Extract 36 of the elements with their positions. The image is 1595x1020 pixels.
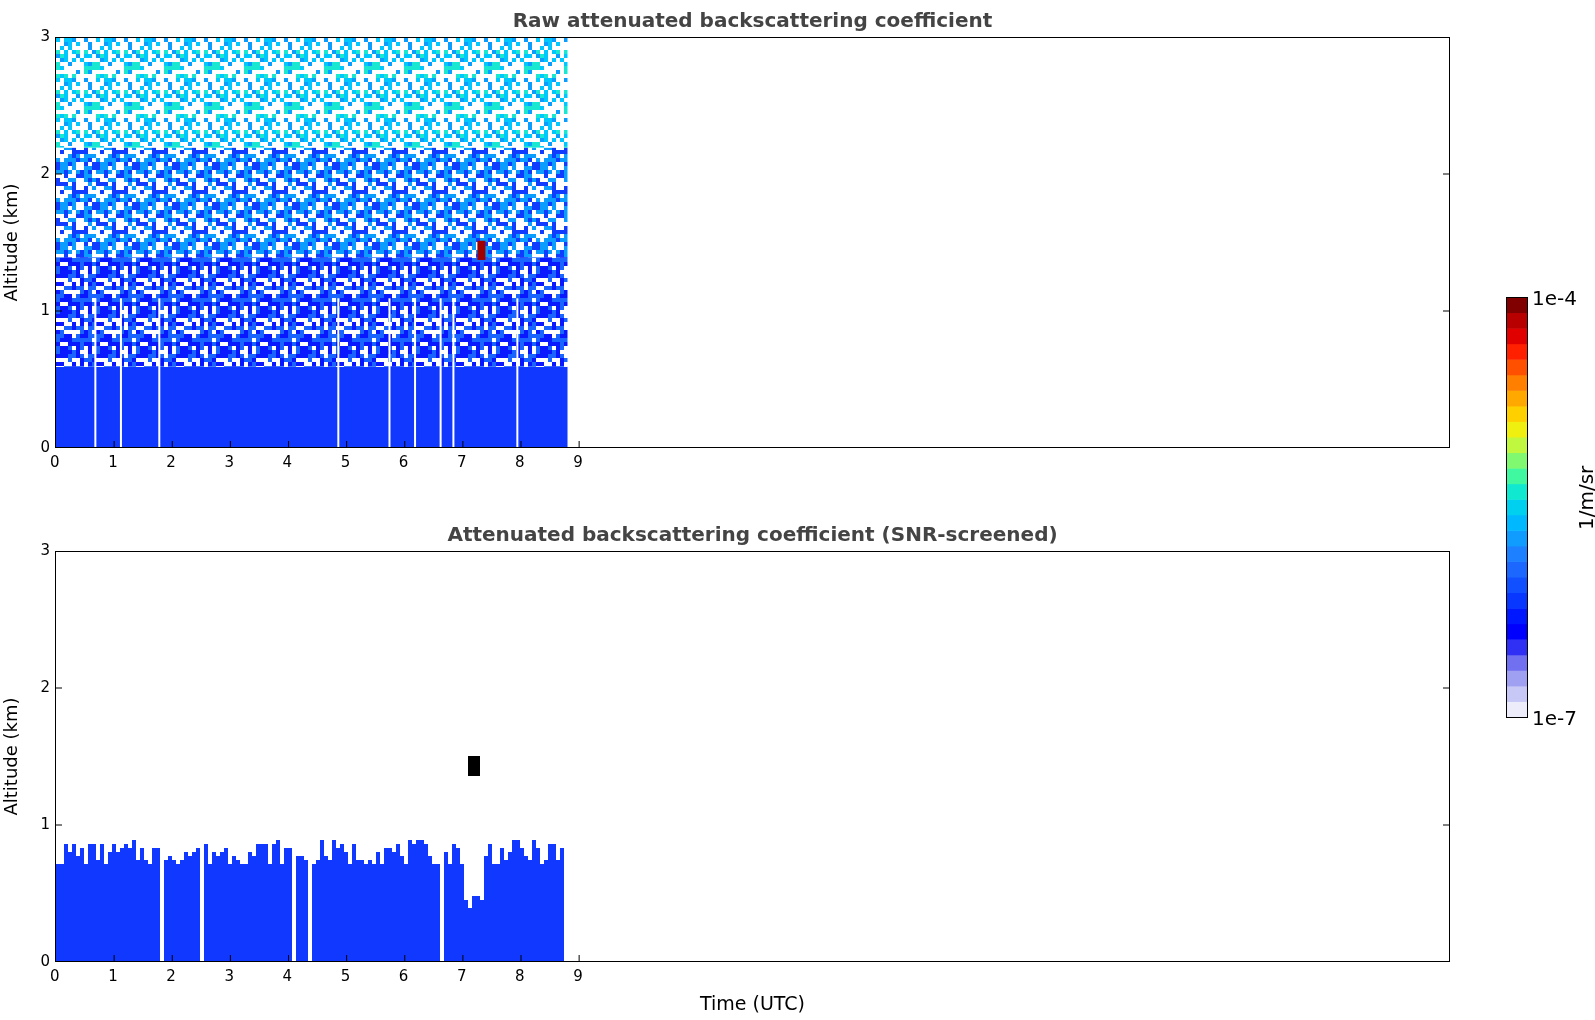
y-tick-label: 0 bbox=[40, 954, 50, 969]
x-tick-label: 6 bbox=[398, 455, 409, 470]
x-tick-label: 1 bbox=[108, 455, 118, 470]
x-tick-label: 6 bbox=[398, 969, 409, 984]
x-tick-label: 4 bbox=[282, 455, 293, 470]
plot-title: Raw attenuated backscattering coefficient bbox=[512, 8, 993, 32]
x-tick-label: 9 bbox=[573, 455, 583, 470]
y-tick-label: 1 bbox=[40, 303, 50, 318]
x-tick-label: 0 bbox=[50, 969, 60, 984]
y-tick-label: 2 bbox=[40, 680, 50, 695]
x-tick-label: 5 bbox=[340, 455, 351, 470]
y-axis-label: Altitude (km) bbox=[0, 696, 21, 818]
x-tick-label: 3 bbox=[224, 969, 234, 984]
x-tick-label: 4 bbox=[282, 969, 293, 984]
x-tick-label: 8 bbox=[515, 455, 525, 470]
colorbar-label: 1/m/sr bbox=[1576, 465, 1595, 530]
y-axis-label: Altitude (km) bbox=[0, 182, 21, 304]
x-tick-label: 7 bbox=[456, 455, 467, 470]
x-tick-label: 1 bbox=[108, 969, 118, 984]
plot-title: Attenuated backscattering coefficient (SNR-screened) bbox=[447, 522, 1058, 546]
y-tick-label: 2 bbox=[40, 166, 50, 181]
colorbar-min-label: 1e-7 bbox=[1532, 708, 1577, 728]
y-tick-label: 3 bbox=[40, 29, 50, 44]
x-tick-label: 3 bbox=[224, 455, 234, 470]
x-tick-label: 0 bbox=[50, 455, 60, 470]
y-tick-label: 1 bbox=[40, 817, 50, 832]
colorbar-max-label: 1e-4 bbox=[1532, 288, 1577, 308]
y-tick-label: 0 bbox=[40, 440, 50, 455]
x-tick-label: 5 bbox=[340, 969, 351, 984]
x-tick-label: 7 bbox=[456, 969, 467, 984]
x-tick-label: 2 bbox=[166, 455, 176, 470]
x-tick-label: 9 bbox=[573, 969, 583, 984]
x-tick-label: 8 bbox=[515, 969, 525, 984]
y-tick-label: 3 bbox=[40, 543, 50, 558]
x-axis-label: Time (UTC) bbox=[700, 992, 805, 1014]
x-tick-label: 2 bbox=[166, 969, 176, 984]
